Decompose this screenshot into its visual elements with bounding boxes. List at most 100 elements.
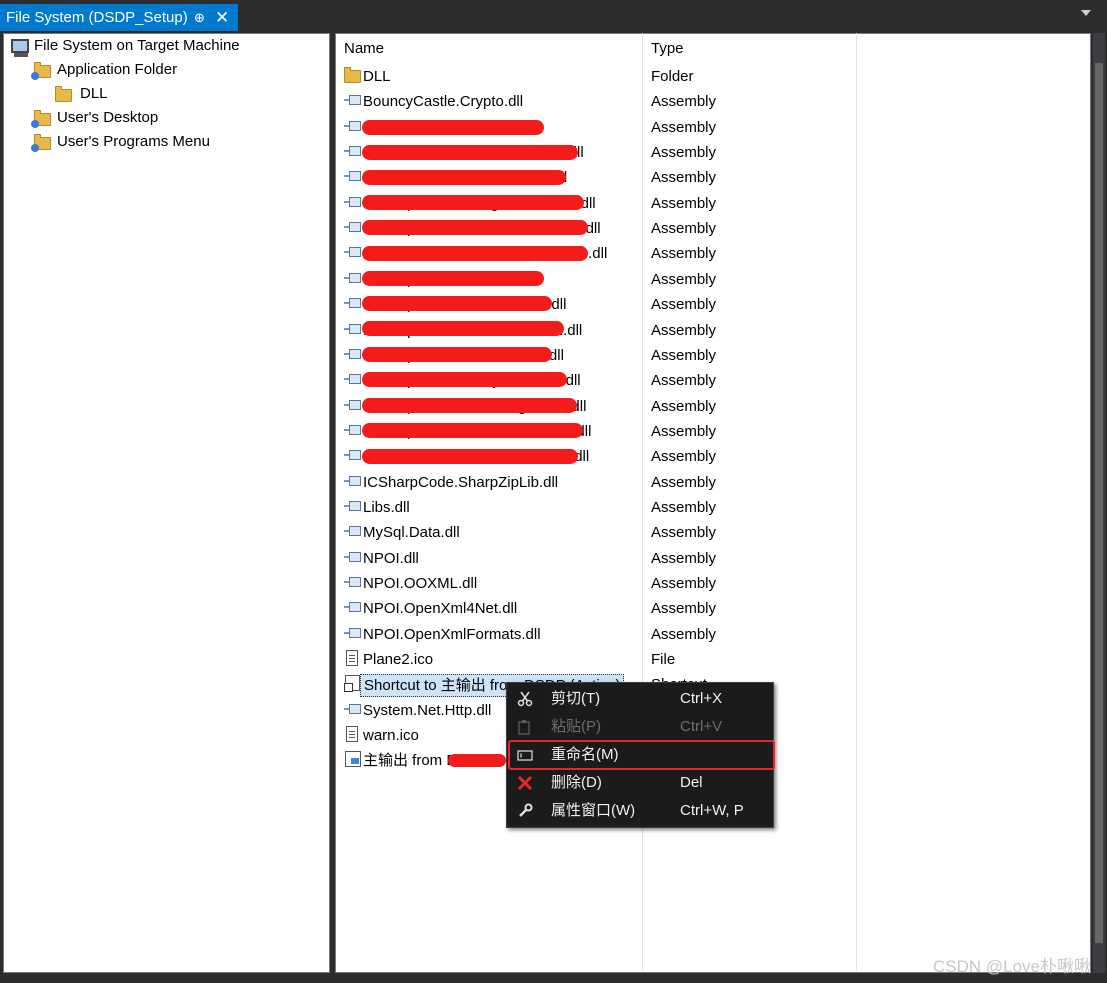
- list-item-name: MySql.Data.dll: [363, 524, 460, 542]
- menu-item-paste[interactable]: 粘贴(P) Ctrl+V: [507, 713, 773, 741]
- computer-icon: [11, 39, 29, 57]
- assembly-icon: [344, 120, 361, 131]
- list-item-type: Assembly: [651, 270, 717, 288]
- assembly-icon: [344, 171, 361, 182]
- assembly-icon: [344, 424, 361, 435]
- list-item-type: Assembly: [651, 422, 717, 440]
- assembly-icon: [344, 577, 361, 587]
- assembly-icon: [344, 602, 361, 613]
- assembly-icon: [344, 450, 361, 461]
- list-item-type: Assembly: [651, 575, 717, 592]
- redaction: [362, 271, 544, 286]
- list-item-type: Assembly: [651, 397, 717, 415]
- list-item-name: NPOI.OpenXmlFormats.dll: [363, 625, 541, 643]
- tab-title: File System (DSDP_Setup): [6, 9, 188, 26]
- menu-item-label: 属性窗口(W): [551, 802, 636, 819]
- menu-item-shortcut: Ctrl+V: [680, 718, 723, 735]
- list-item-name: Plane2.ico: [363, 651, 434, 669]
- redaction: [362, 120, 544, 135]
- assembly-icon: [344, 222, 361, 233]
- assembly-icon: [344, 247, 361, 258]
- pin-icon[interactable]: ⊕: [194, 4, 205, 31]
- redaction: [362, 195, 584, 210]
- column-header-type[interactable]: Type: [651, 38, 684, 60]
- redaction: [362, 145, 578, 160]
- list-item-type: Assembly: [651, 625, 717, 643]
- assembly-icon: [344, 399, 361, 410]
- menu-item-delete[interactable]: 删除(D) Del: [507, 769, 773, 797]
- list-item[interactable]: NPOI.OpenXml4Net.dll Assembly: [336, 596, 1090, 621]
- assembly-icon: [344, 272, 361, 283]
- redaction: [362, 246, 588, 261]
- list-item[interactable]: Libs.dll Assembly: [336, 495, 1090, 520]
- list-item-type: Assembly: [651, 194, 717, 212]
- redaction: [362, 170, 566, 185]
- list-item[interactable]: DLL Folder: [336, 64, 1090, 89]
- redaction: [362, 423, 583, 438]
- list-item[interactable]: NPOI.dll Assembly: [336, 546, 1090, 571]
- assembly-icon: [344, 146, 361, 157]
- column-header-name[interactable]: Name: [344, 38, 384, 60]
- assembly-icon: [344, 627, 361, 638]
- list-item-name: BouncyCastle.Crypto.dll: [363, 93, 524, 111]
- list-item-type: Assembly: [651, 524, 717, 542]
- cut-icon: [517, 691, 533, 707]
- scrollbar-thumb[interactable]: [1095, 63, 1103, 943]
- list-item-name: warn.ico: [363, 727, 419, 745]
- list-item-type: Assembly: [651, 296, 717, 314]
- assembly-icon: [344, 298, 361, 309]
- menu-item-cut[interactable]: 剪切(T) Ctrl+X: [507, 685, 773, 713]
- list-item[interactable]: Plane2.ico File: [336, 647, 1090, 672]
- tree-item-label: User's Programs Menu: [57, 133, 210, 150]
- menu-item-label: 粘贴(P): [551, 718, 601, 735]
- list-item[interactable]: NPOI.OpenXmlFormats.dll Assembly: [336, 622, 1090, 647]
- document-tab-strip: File System (DSDP_Setup) ⊕ ✕: [0, 0, 1107, 31]
- menu-item-shortcut: Ctrl+X: [680, 690, 723, 707]
- list-item[interactable]: BouncyCastle.Crypto.dll Assembly: [336, 89, 1090, 114]
- list-item[interactable]: MySql.Data.dll Assembly: [336, 520, 1090, 545]
- file-system-tree[interactable]: [3, 33, 330, 973]
- tree-item-label: File System on Target Machine: [34, 37, 240, 54]
- list-item[interactable]: NPOI.OOXML.dll Assembly: [336, 571, 1090, 596]
- special-folder-icon: [31, 62, 51, 80]
- list-item-type: Assembly: [651, 144, 717, 162]
- folder-icon: [344, 67, 361, 83]
- list-item-name: NPOI.OOXML.dll: [363, 575, 478, 592]
- redaction: [362, 296, 552, 311]
- rename-highlight-box: [508, 740, 775, 770]
- assembly-icon: [344, 551, 361, 562]
- list-item-type: Assembly: [651, 346, 717, 364]
- vertical-scrollbar[interactable]: [1093, 33, 1105, 973]
- chevron-down-icon[interactable]: [1081, 10, 1091, 16]
- list-item-type: Assembly: [651, 245, 717, 263]
- assembly-icon: [344, 500, 361, 511]
- menu-item-shortcut: Ctrl+W, P: [680, 802, 744, 819]
- list-item-type: Assembly: [651, 118, 717, 136]
- list-item[interactable]: ICSharpCode.SharpZipLib.dll Assembly: [336, 470, 1090, 495]
- redaction: [362, 347, 552, 362]
- file-icon: [346, 726, 358, 743]
- assembly-icon: [344, 526, 361, 537]
- redaction: [362, 372, 567, 387]
- close-icon[interactable]: ✕: [215, 4, 229, 31]
- paste-icon: [517, 719, 533, 735]
- watermark: CSDN @Love朴啾啾: [932, 957, 1091, 976]
- delete-icon: [517, 775, 533, 791]
- list-item-name: DLL: [363, 68, 391, 85]
- list-item-type: Assembly: [651, 321, 717, 339]
- tree-item-label: DLL: [80, 85, 108, 102]
- menu-item-properties[interactable]: 属性窗口(W) Ctrl+W, P: [507, 797, 773, 825]
- menu-item-label: 删除(D): [551, 774, 602, 791]
- list-item-type: Assembly: [651, 498, 717, 516]
- assembly-icon: [344, 374, 361, 385]
- tab-file-system[interactable]: File System (DSDP_Setup) ⊕ ✕: [0, 4, 238, 31]
- redaction: [448, 754, 506, 767]
- shortcut-icon: [344, 675, 360, 693]
- tree-item-label: User's Desktop: [57, 109, 159, 126]
- list-item-name: NPOI.dll: [363, 549, 419, 567]
- list-item-type: Assembly: [651, 448, 717, 466]
- list-item-type: Folder: [651, 68, 694, 85]
- folder-icon: [55, 86, 72, 102]
- list-item-name: ICSharpCode.SharpZipLib.dll: [363, 473, 559, 491]
- redaction: [362, 449, 578, 464]
